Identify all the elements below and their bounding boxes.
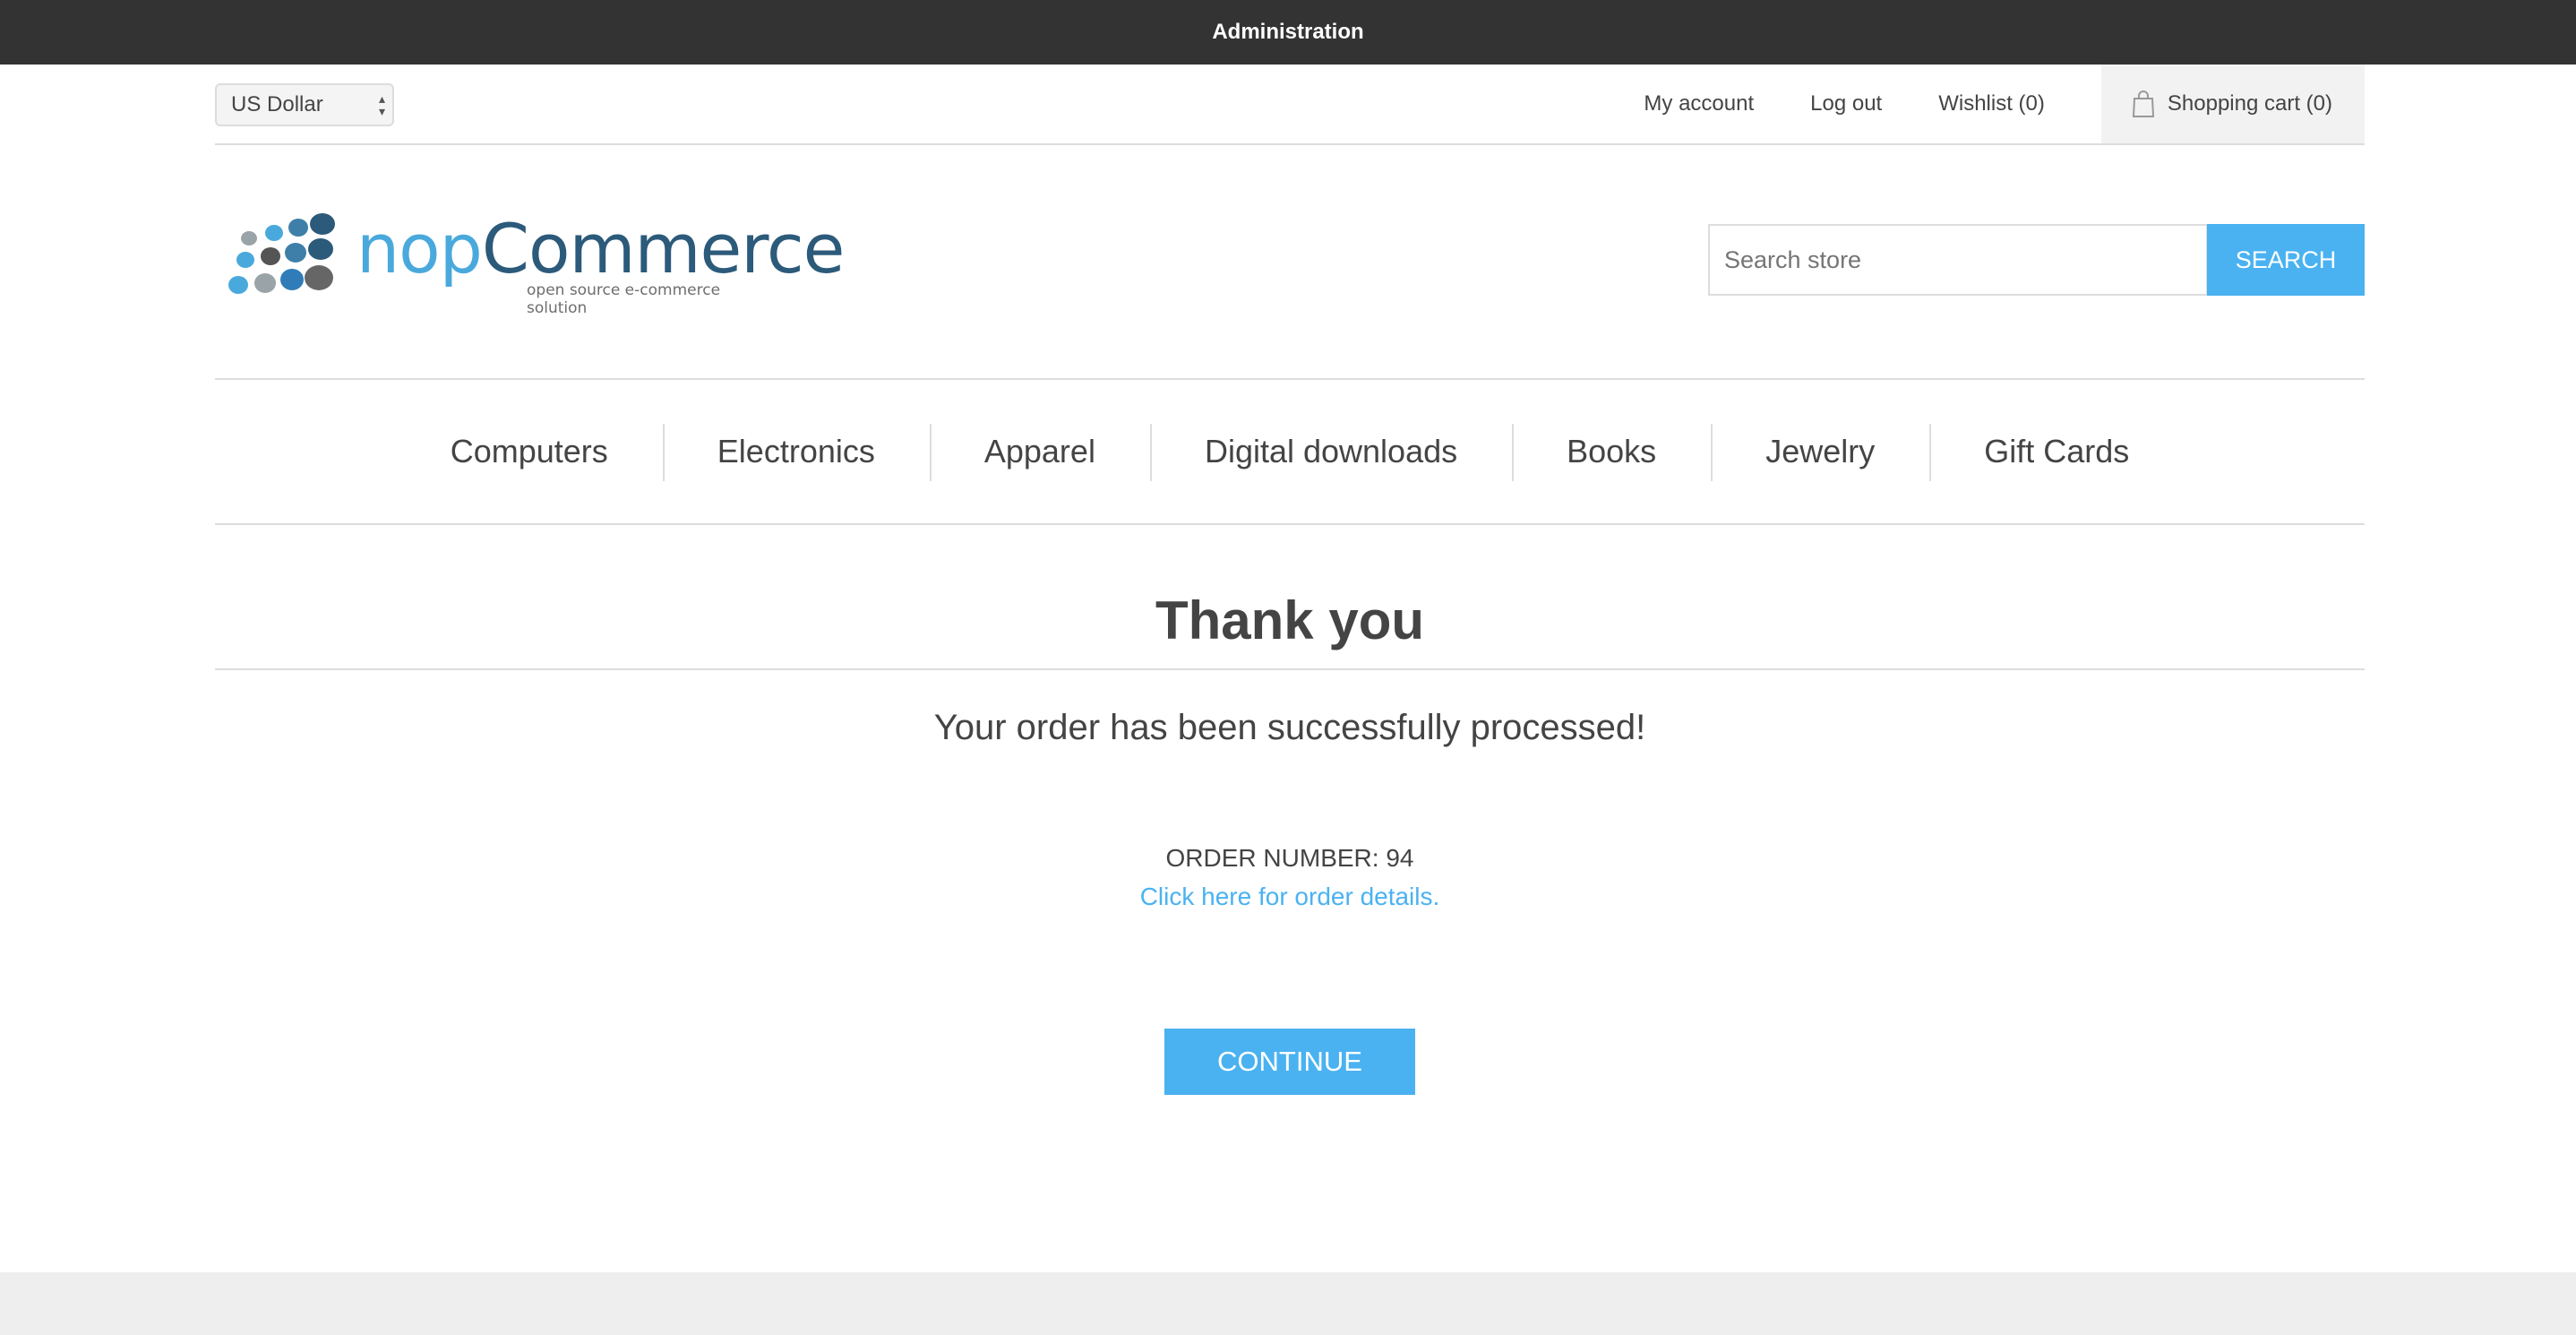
logo-commerce-text: Commerce	[481, 209, 846, 289]
header-links-row: US Dollar ▴ ▾ My account Log out Wishlist…	[215, 65, 2365, 145]
footer	[0, 1272, 2576, 1335]
continue-button[interactable]: CONTINUE	[1164, 1029, 1415, 1095]
shopping-cart-link[interactable]: Shopping cart (0)	[2100, 65, 2365, 143]
my-account-link[interactable]: My account	[1644, 91, 1754, 116]
logo-wordmark: nopCommerce	[356, 213, 845, 285]
logo-tagline: open source e-commerce solution	[527, 281, 721, 317]
menu-item-computers[interactable]: Computers	[396, 433, 663, 470]
currency-value: US Dollar	[231, 92, 323, 116]
wishlist-link[interactable]: Wishlist (0)	[1938, 91, 2045, 116]
menu-item-electronics[interactable]: Electronics	[662, 424, 930, 481]
shopping-bag-icon	[2132, 90, 2154, 117]
nopcommerce-logo[interactable]: nopCommerce open source e-commerce solut…	[222, 208, 845, 317]
menu-item-books[interactable]: Books	[1512, 424, 1711, 481]
menu-item-gift-cards[interactable]: Gift Cards	[1929, 424, 2184, 481]
search-input[interactable]	[1708, 224, 2208, 296]
logo-dots-icon	[228, 213, 335, 294]
order-number: ORDER NUMBER: 94	[1165, 844, 1414, 872]
select-arrows-icon: ▴ ▾	[378, 91, 385, 118]
menu-item-apparel[interactable]: Apparel	[929, 424, 1150, 481]
logout-link[interactable]: Log out	[1810, 91, 1882, 116]
order-details-link[interactable]: Click here for order details.	[215, 883, 2365, 911]
logo-nop-text: nop	[356, 209, 483, 289]
search-button[interactable]: SEARCH	[2207, 224, 2365, 296]
menu-item-digital-downloads[interactable]: Digital downloads	[1149, 424, 1512, 481]
currency-select[interactable]: US Dollar ▴ ▾	[215, 83, 394, 126]
top-menu: Computers Electronics Apparel Digital do…	[215, 380, 2365, 525]
admin-bar[interactable]: Administration	[0, 0, 2576, 65]
success-message: Your order has been successfully process…	[933, 708, 1646, 747]
logo-search-row: nopCommerce open source e-commerce solut…	[215, 145, 2365, 380]
header-links: My account Log out Wishlist (0) Shopping…	[1644, 65, 2365, 143]
shopping-cart-label: Shopping cart (0)	[2167, 91, 2332, 116]
menu-item-jewelry[interactable]: Jewelry	[1711, 424, 1929, 481]
page-title: Thank you	[215, 575, 2365, 670]
